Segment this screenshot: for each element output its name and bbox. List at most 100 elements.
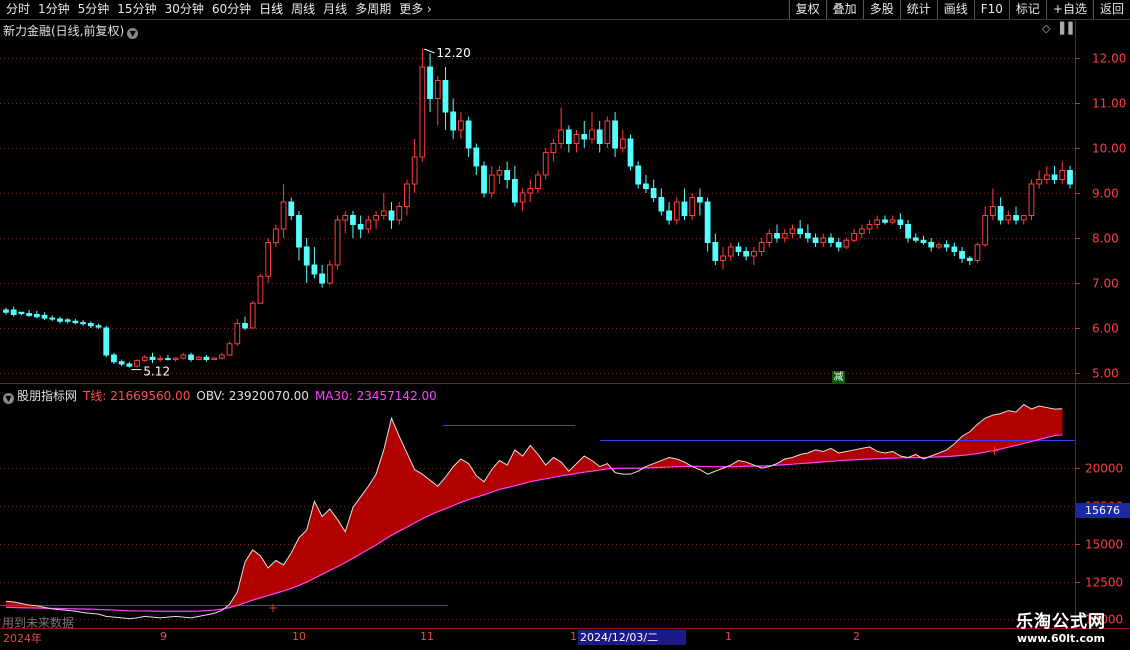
candle-body [820, 237, 827, 243]
candle-body [959, 251, 965, 259]
ma30-value: MA30: 23457142.00 [314, 389, 437, 403]
indicator-name[interactable]: 股朋指标网 [17, 389, 77, 403]
price-tick-label: 6.00 [1092, 322, 1119, 336]
candle-body [758, 242, 765, 252]
candle-body [851, 233, 858, 241]
candle-body [1028, 183, 1035, 216]
candle-body [226, 343, 233, 356]
candle-body [180, 354, 187, 359]
candle-body [635, 165, 642, 185]
obv-fill-segment [1038, 405, 1048, 440]
candle-body [689, 197, 696, 216]
candle-body [943, 244, 950, 248]
candle-body [897, 219, 904, 225]
chevron-down-icon[interactable]: ▼ [3, 393, 14, 404]
candle-body [195, 356, 202, 360]
candle-body [80, 322, 86, 325]
chevron-down-icon[interactable]: ▼ [127, 28, 139, 39]
candle-body [982, 215, 989, 246]
candle-body [650, 188, 657, 198]
candle-body [87, 323, 94, 327]
candle-body [535, 174, 541, 189]
candle-body [750, 251, 757, 257]
candle-body [380, 210, 387, 216]
pause-icon[interactable]: ▌▌ [1060, 22, 1077, 35]
obv-fill-segment [422, 473, 431, 520]
stock-chart-canvas[interactable]: 5.006.007.008.009.0010.0011.0012.0010000… [0, 0, 1130, 650]
obv-fill-segment [275, 559, 284, 594]
obv-fill-segment [861, 446, 870, 460]
candle-body [334, 219, 341, 266]
obv-fill-segment [553, 457, 562, 478]
obv-fill-segment [375, 449, 385, 546]
candle-body [866, 224, 873, 230]
obv-fill-segment [314, 501, 323, 579]
obv-fill-segment [337, 518, 346, 568]
candle-body [558, 129, 565, 144]
candle-body [311, 264, 318, 275]
candle-body [581, 134, 588, 140]
candle-body [95, 325, 102, 328]
candle-body [1036, 179, 1043, 185]
candle-body [604, 120, 611, 144]
candle-body [643, 183, 649, 189]
candle-body [172, 357, 179, 360]
candle-body [743, 251, 750, 257]
candle-body [257, 275, 264, 304]
x-axis-label: 2024年 [3, 632, 42, 645]
candle-body [303, 246, 310, 266]
candle-body [704, 201, 711, 243]
obv-fill-segment [537, 453, 546, 481]
candle-body [658, 197, 665, 212]
candle-body [419, 66, 426, 158]
candle-body [727, 246, 734, 257]
candle-body [812, 237, 819, 243]
indicator-title: ▼ 股朋指标网 T线: 21669560.00 OBV: 23920070.00 MA3… [3, 387, 437, 404]
candle-body [928, 242, 935, 248]
main-chart-title[interactable]: 新力金融(日线,前复权) ▼ [3, 22, 139, 39]
candle-body [488, 174, 495, 194]
candle-body [997, 206, 1004, 221]
obv-fill-segment [414, 469, 423, 524]
candle-body [473, 147, 480, 167]
candle-body [697, 197, 703, 203]
candle-body [350, 215, 356, 225]
candle-body [1059, 170, 1066, 180]
candle-body [673, 201, 680, 221]
obv-fill-segment [368, 473, 377, 550]
candle-body [835, 242, 842, 248]
candle-body [1067, 170, 1073, 185]
candle-body [828, 237, 834, 243]
candle-body [265, 242, 272, 277]
crosshair-date: 2024/12/03/二 [578, 630, 686, 645]
x-axis-label: 1 [570, 630, 577, 643]
reduce-badge[interactable]: 减 [832, 371, 845, 384]
indicator-tick-label: 15000 [1085, 538, 1123, 552]
candle-body [589, 129, 595, 140]
candle-body [3, 309, 9, 313]
candle-body [550, 143, 557, 153]
candle-body [357, 224, 364, 230]
candle-body [450, 111, 457, 131]
candle-body [280, 201, 287, 230]
candle-body [573, 134, 580, 144]
candle-body [157, 358, 164, 361]
candle-body [319, 273, 326, 284]
candle-body [111, 354, 117, 363]
diamond-icon[interactable]: ◇ [1042, 22, 1050, 35]
obv-fill-segment [1054, 408, 1063, 436]
obv-fill-segment [406, 452, 415, 528]
obv-fill-segment [576, 455, 585, 474]
candle-body [774, 233, 780, 239]
candle-body [858, 228, 865, 234]
obv-fill-segment [391, 418, 400, 536]
obv-fill-segment [445, 465, 454, 510]
obv-fill-segment [954, 435, 963, 457]
candle-body [496, 170, 503, 176]
candle-body [72, 320, 79, 324]
obv-fill-segment [267, 559, 277, 596]
candle-body [990, 206, 996, 216]
candle-body [1043, 174, 1050, 180]
x-axis-label: 2 [853, 630, 860, 643]
obv-fill-segment [252, 549, 261, 601]
